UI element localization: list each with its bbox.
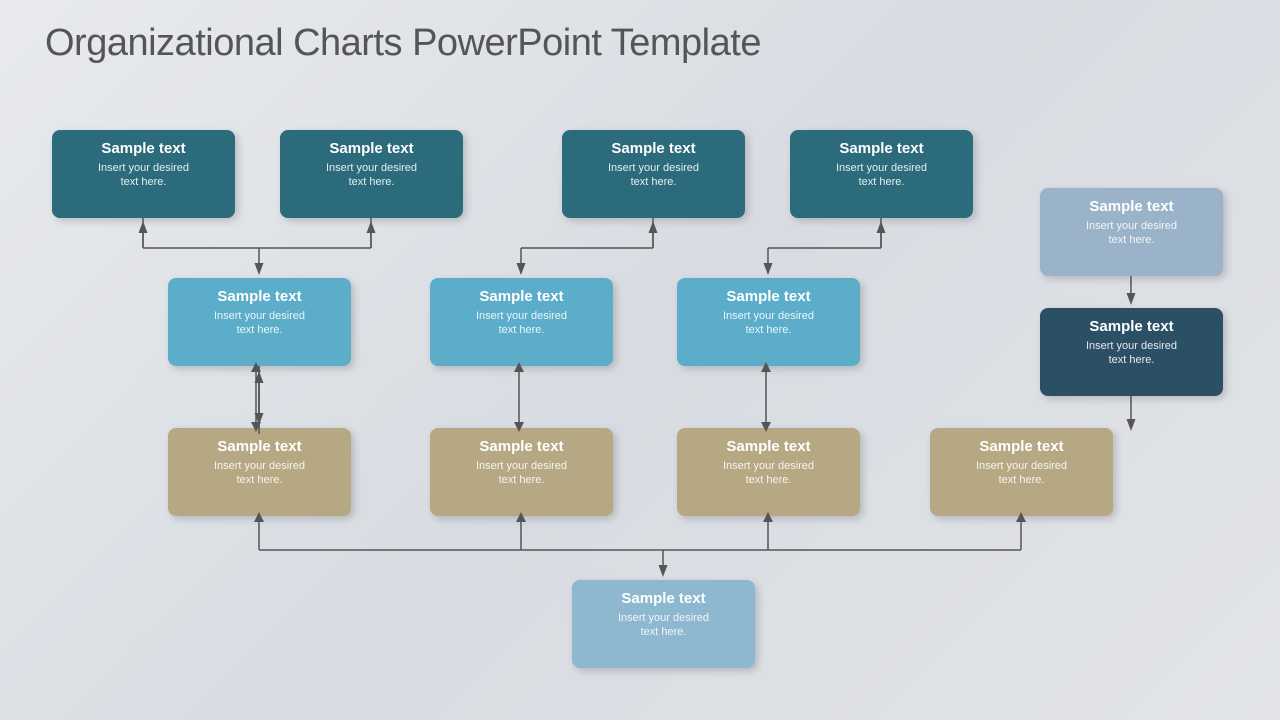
card-r1c1[interactable]: Sample text Insert your desiredtext here… [52,130,235,218]
card-r2c1-title: Sample text [182,288,337,305]
card-r2c3[interactable]: Sample text Insert your desiredtext here… [677,278,860,366]
card-r1c2-sub: Insert your desiredtext here. [294,161,449,190]
card-right-mid[interactable]: Sample text Insert your desiredtext here… [1040,308,1223,396]
card-right-top-title: Sample text [1054,198,1209,215]
card-r2c3-sub: Insert your desiredtext here. [691,309,846,338]
card-r1c1-sub: Insert your desiredtext here. [66,161,221,190]
card-r3c2[interactable]: Sample text Insert your desiredtext here… [430,428,613,516]
card-right-mid-sub: Insert your desiredtext here. [1054,339,1209,368]
card-bottom-sub: Insert your desiredtext here. [586,611,741,640]
card-r1c3[interactable]: Sample text Insert your desiredtext here… [562,130,745,218]
card-r1c3-title: Sample text [576,140,731,157]
card-r1c2-title: Sample text [294,140,449,157]
card-r3c3-title: Sample text [691,438,846,455]
card-r3c1-sub: Insert your desiredtext here. [182,459,337,488]
card-bottom[interactable]: Sample text Insert your desiredtext here… [572,580,755,668]
card-bottom-title: Sample text [586,590,741,607]
card-r2c2[interactable]: Sample text Insert your desiredtext here… [430,278,613,366]
card-r2c1[interactable]: Sample text Insert your desiredtext here… [168,278,351,366]
card-r3c4-sub: Insert your desiredtext here. [944,459,1099,488]
card-r1c4-title: Sample text [804,140,959,157]
card-r3c4[interactable]: Sample text Insert your desiredtext here… [930,428,1113,516]
card-r1c1-title: Sample text [66,140,221,157]
card-r1c2[interactable]: Sample text Insert your desiredtext here… [280,130,463,218]
card-right-top-sub: Insert your desiredtext here. [1054,219,1209,248]
card-r3c3[interactable]: Sample text Insert your desiredtext here… [677,428,860,516]
card-r1c4[interactable]: Sample text Insert your desiredtext here… [790,130,973,218]
card-r2c2-title: Sample text [444,288,599,305]
card-r3c2-title: Sample text [444,438,599,455]
card-r2c2-sub: Insert your desiredtext here. [444,309,599,338]
card-right-mid-title: Sample text [1054,318,1209,335]
page-title: Organizational Charts PowerPoint Templat… [45,22,761,65]
card-r3c4-title: Sample text [944,438,1099,455]
card-r1c3-sub: Insert your desiredtext here. [576,161,731,190]
card-r2c1-sub: Insert your desiredtext here. [182,309,337,338]
card-r3c1[interactable]: Sample text Insert your desiredtext here… [168,428,351,516]
card-r1c4-sub: Insert your desiredtext here. [804,161,959,190]
card-r3c1-title: Sample text [182,438,337,455]
card-r3c2-sub: Insert your desiredtext here. [444,459,599,488]
card-right-top[interactable]: Sample text Insert your desiredtext here… [1040,188,1223,276]
card-r2c3-title: Sample text [691,288,846,305]
card-r3c3-sub: Insert your desiredtext here. [691,459,846,488]
